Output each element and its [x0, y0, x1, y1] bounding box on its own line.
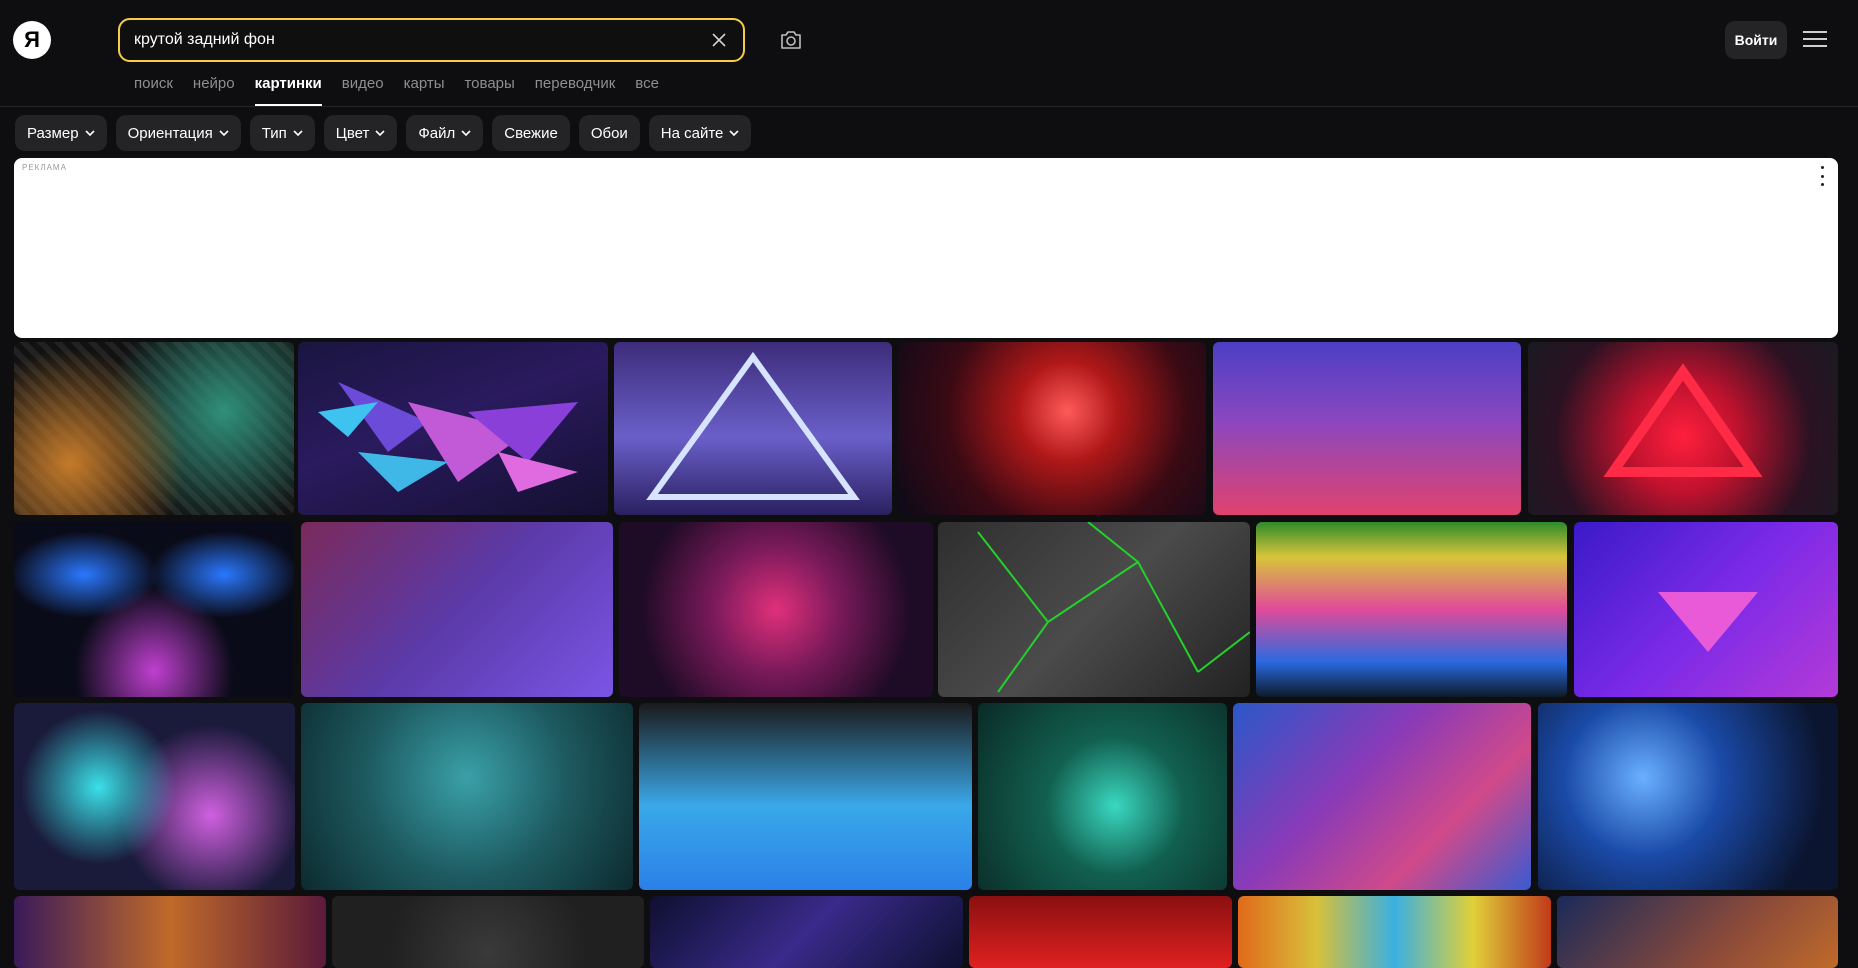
tab-all[interactable]: все — [635, 74, 659, 106]
tab-video[interactable]: видео — [342, 74, 384, 106]
image-result[interactable] — [1256, 522, 1567, 697]
filter-label: Цвет — [335, 124, 370, 142]
filter-wallpapers[interactable]: Обои — [578, 115, 640, 151]
image-result[interactable] — [1528, 342, 1838, 515]
image-result[interactable] — [301, 703, 633, 890]
image-result[interactable] — [14, 896, 326, 968]
image-result[interactable] — [332, 896, 644, 968]
image-result[interactable] — [650, 896, 963, 968]
image-result[interactable] — [1213, 342, 1521, 515]
image-result[interactable] — [14, 522, 294, 697]
filter-label: Свежие — [504, 124, 558, 142]
search-input[interactable]: крутой задний фон — [134, 31, 707, 49]
more-options-icon[interactable] — [1816, 166, 1828, 186]
chevron-down-icon — [219, 130, 229, 137]
ad-label: РЕКЛАМА — [22, 163, 67, 172]
search-tabs: поиск нейро картинки видео карты товары … — [134, 74, 659, 106]
tab-translator[interactable]: переводчик — [535, 74, 615, 106]
image-result[interactable] — [619, 522, 933, 697]
chevron-down-icon — [293, 130, 303, 137]
tab-maps[interactable]: карты — [404, 74, 445, 106]
image-result[interactable] — [614, 342, 892, 515]
tab-products[interactable]: товары — [464, 74, 514, 106]
chevron-down-icon — [84, 130, 95, 137]
chevron-down-icon — [461, 130, 471, 137]
filter-color[interactable]: Цвет — [323, 115, 398, 151]
menu-icon[interactable] — [1803, 28, 1829, 50]
filter-label: Файл — [418, 124, 456, 142]
search-box[interactable]: крутой задний фон — [118, 18, 745, 62]
filter-type[interactable]: Тип — [249, 115, 315, 151]
filter-label: Обои — [590, 124, 628, 142]
yandex-logo[interactable]: Я — [13, 21, 51, 59]
image-result[interactable] — [298, 342, 608, 515]
camera-search-icon[interactable] — [775, 26, 807, 54]
image-result[interactable] — [969, 896, 1232, 968]
image-result[interactable] — [14, 703, 295, 890]
image-result[interactable] — [301, 522, 613, 697]
filter-file[interactable]: Файл — [406, 115, 484, 151]
filter-size[interactable]: Размер — [15, 115, 107, 151]
filter-label: Ориентация — [127, 124, 213, 142]
chevron-down-icon — [729, 130, 739, 137]
filter-label: Размер — [27, 124, 79, 142]
login-button[interactable]: Войти — [1725, 21, 1787, 59]
filter-bar: Размер Ориентация Тип Цвет Файл Свежие О… — [15, 115, 752, 151]
filter-label: Тип — [261, 124, 287, 142]
filter-orientation[interactable]: Ориентация — [115, 115, 241, 151]
tab-search[interactable]: поиск — [134, 74, 173, 106]
image-result[interactable] — [639, 703, 972, 890]
image-result[interactable] — [1574, 522, 1838, 697]
chevron-down-icon — [375, 130, 385, 137]
header-divider — [0, 106, 1858, 107]
clear-icon[interactable] — [707, 28, 731, 52]
image-result[interactable] — [938, 522, 1250, 697]
ad-banner[interactable]: РЕКЛАМА — [14, 158, 1838, 338]
image-result[interactable] — [14, 342, 294, 515]
filter-fresh[interactable]: Свежие — [492, 115, 570, 151]
filter-on-site[interactable]: На сайте — [648, 115, 752, 151]
image-result[interactable] — [1538, 703, 1838, 890]
filter-label: На сайте — [660, 124, 724, 142]
image-result[interactable] — [1238, 896, 1551, 968]
image-result[interactable] — [898, 342, 1206, 515]
image-result[interactable] — [1233, 703, 1531, 890]
image-result[interactable] — [1557, 896, 1838, 968]
tab-neuro[interactable]: нейро — [193, 74, 235, 106]
image-result[interactable] — [978, 703, 1227, 890]
tab-images[interactable]: картинки — [254, 74, 322, 106]
